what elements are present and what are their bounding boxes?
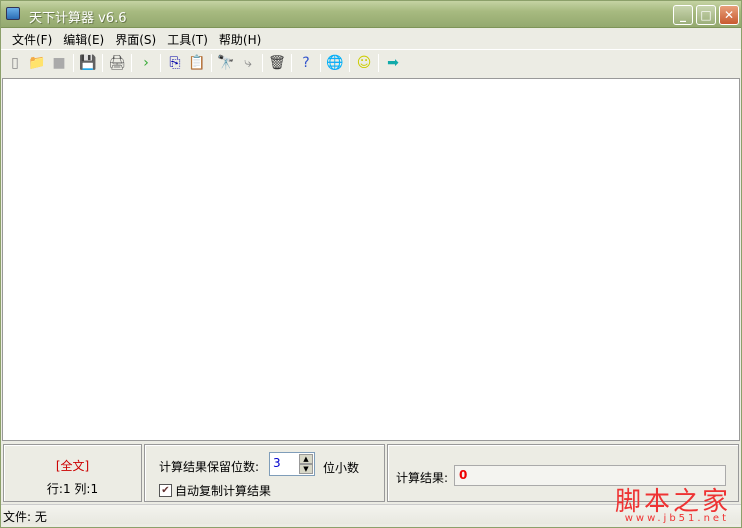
exit-arrow-icon[interactable]: ➡ <box>382 52 404 74</box>
find-icon[interactable]: 🔭 <box>215 52 237 74</box>
minimize-button[interactable]: _ <box>673 5 693 25</box>
toolbar-separator <box>160 53 161 72</box>
menu-tools[interactable]: 工具(T) <box>162 28 214 48</box>
maximize-button[interactable]: □ <box>696 5 716 25</box>
toolbar: ▯ 📁 ■ 💾 🖨 › ⎘ 📋 🔭 ⤷ 🗑? 🌐 ☺ ➡ <box>1 49 741 75</box>
result-label: 计算结果: <box>396 471 449 485</box>
open-folder-icon[interactable]: 📁 <box>26 52 48 74</box>
globe-icon[interactable]: 🌐 <box>324 52 346 74</box>
cursor-position: 行:1 列:1 <box>46 482 99 496</box>
options-panel: 计算结果保留位数: 3 ▲ ▼ 位小数 ✔ 自动复制计算结果 <box>144 444 385 502</box>
decimals-stepper[interactable]: 3 ▲ ▼ <box>269 452 315 476</box>
toolbar-separator <box>320 53 321 72</box>
spin-up-icon[interactable]: ▲ <box>299 454 313 464</box>
expression-editor[interactable] <box>2 78 740 441</box>
save-icon[interactable]: ■ <box>48 52 70 74</box>
auto-copy-label: 自动复制计算结果 <box>175 484 272 498</box>
view-mode-link[interactable]: [全文] <box>4 457 141 474</box>
decimals-value: 3 <box>273 456 281 470</box>
help-icon[interactable]: ? <box>295 52 317 74</box>
smiley-icon[interactable]: ☺ <box>353 52 375 74</box>
menu-help[interactable]: 帮助(H) <box>214 28 267 48</box>
new-icon[interactable]: ▯ <box>4 52 26 74</box>
decimals-suffix: 位小数 <box>323 461 360 475</box>
close-button[interactable]: ✕ <box>719 5 739 25</box>
app-window: 天下计算器 v6.6 _ □ ✕ 文件(F) 编辑(E) 界面(S) 工具(T)… <box>0 0 742 528</box>
app-icon <box>6 7 20 20</box>
delete-icon[interactable]: 🗑 <box>266 52 288 74</box>
toolbar-separator <box>349 53 350 72</box>
title-bar[interactable]: 天下计算器 v6.6 _ □ ✕ <box>1 1 741 28</box>
menu-edit[interactable]: 编辑(E) <box>58 28 110 48</box>
menu-bar: 文件(F) 编辑(E) 界面(S) 工具(T) 帮助(H) <box>1 28 741 48</box>
watermark-url: www.jb51.net <box>624 513 729 524</box>
toolbar-separator <box>378 53 379 72</box>
position-panel: [全文] 行:1 列:1 <box>3 444 142 502</box>
spin-down-icon[interactable]: ▼ <box>299 464 313 474</box>
menu-file[interactable]: 文件(F) <box>7 28 58 48</box>
auto-copy-option[interactable]: ✔ 自动复制计算结果 <box>159 482 271 499</box>
copy-icon[interactable]: ⎘ <box>164 52 186 74</box>
toolbar-separator <box>262 53 263 72</box>
window-title: 天下计算器 v6.6 <box>29 11 127 26</box>
paste-icon[interactable]: 📋 <box>186 52 208 74</box>
save-all-icon[interactable]: 💾 <box>77 52 99 74</box>
toolbar-separator <box>211 53 212 72</box>
toolbar-separator <box>131 53 132 72</box>
auto-copy-checkbox[interactable]: ✔ <box>159 484 172 497</box>
replace-icon[interactable]: ⤷ <box>237 52 259 74</box>
toolbar-separator <box>291 53 292 72</box>
menu-view[interactable]: 界面(S) <box>110 28 162 48</box>
run-icon[interactable]: › <box>135 52 157 74</box>
toolbar-separator <box>73 53 74 72</box>
decimals-label: 计算结果保留位数: <box>159 460 260 474</box>
toolbar-separator <box>102 53 103 72</box>
print-icon[interactable]: 🖨 <box>106 52 128 74</box>
